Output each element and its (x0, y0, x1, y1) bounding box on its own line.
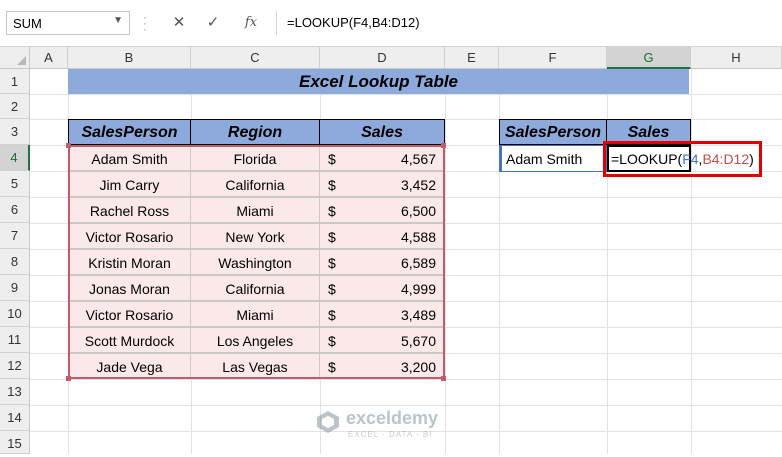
column-header-c[interactable]: C (191, 47, 320, 69)
formula-bar: SUM ▼ · · · ✕ ✓ fx =LOOKUP(F4,B4:D12) (0, 0, 782, 47)
watermark-tagline: EXCEL · DATA · BI (348, 430, 433, 439)
referenced-range-border (68, 145, 445, 379)
range-handle[interactable] (66, 143, 71, 148)
lookup-value-cell[interactable]: Adam Smith (499, 145, 607, 172)
row-header-6[interactable]: 6 (0, 197, 30, 223)
row-header-8[interactable]: 8 (0, 249, 30, 275)
name-box-value: SUM (13, 16, 42, 31)
header-salesperson[interactable]: SalesPerson (68, 119, 191, 145)
drag-handle-icon[interactable]: · · · (143, 11, 147, 35)
row-header-3[interactable]: 3 (0, 119, 30, 145)
row-header-12[interactable]: 12 (0, 353, 30, 379)
lookup-header-salesperson[interactable]: SalesPerson (499, 119, 607, 145)
row-header-7[interactable]: 7 (0, 223, 30, 249)
column-header-g[interactable]: G (607, 47, 691, 69)
column-header-e[interactable]: E (445, 47, 499, 69)
enter-icon[interactable]: ✓ (198, 11, 228, 35)
row-header-14[interactable]: 14 (0, 405, 30, 431)
watermark-name: exceldemy (346, 408, 439, 428)
formula-highlight-box (603, 141, 762, 177)
row-header-11[interactable]: 11 (0, 327, 30, 353)
row-header-4[interactable]: 4 (0, 145, 30, 171)
column-header-f[interactable]: F (499, 47, 607, 69)
row-header-5[interactable]: 5 (0, 171, 30, 197)
header-region[interactable]: Region (190, 119, 320, 145)
select-all-button[interactable] (0, 47, 30, 69)
row-header-9[interactable]: 9 (0, 275, 30, 301)
exceldemy-logo-icon (317, 411, 339, 433)
range-handle[interactable] (441, 143, 446, 148)
name-box[interactable]: SUM ▼ (6, 11, 130, 35)
column-header-b[interactable]: B (68, 47, 191, 69)
chevron-down-icon[interactable]: ▼ (113, 15, 123, 26)
row-header-1[interactable]: 1 (0, 69, 30, 94)
formula-input[interactable]: =LOOKUP(F4,B4:D12) (276, 11, 782, 35)
column-header-h[interactable]: H (691, 47, 782, 69)
row-header-13[interactable]: 13 (0, 379, 30, 405)
insert-function-button[interactable]: fx (236, 11, 266, 35)
range-handle[interactable] (66, 376, 71, 381)
column-header-a[interactable]: A (30, 47, 68, 69)
header-sales[interactable]: Sales (319, 119, 445, 145)
cancel-icon[interactable]: ✕ (164, 11, 194, 35)
sheet-title[interactable]: Excel Lookup Table (68, 69, 689, 94)
row-header-10[interactable]: 10 (0, 301, 30, 327)
row-header-15[interactable]: 15 (0, 431, 30, 454)
row-header-2[interactable]: 2 (0, 94, 30, 119)
range-handle[interactable] (441, 376, 446, 381)
formula-text: =LOOKUP(F4,B4:D12) (287, 15, 420, 30)
column-header-d[interactable]: D (320, 47, 445, 69)
exceldemy-watermark: exceldemy EXCEL · DATA · BI (316, 406, 476, 442)
